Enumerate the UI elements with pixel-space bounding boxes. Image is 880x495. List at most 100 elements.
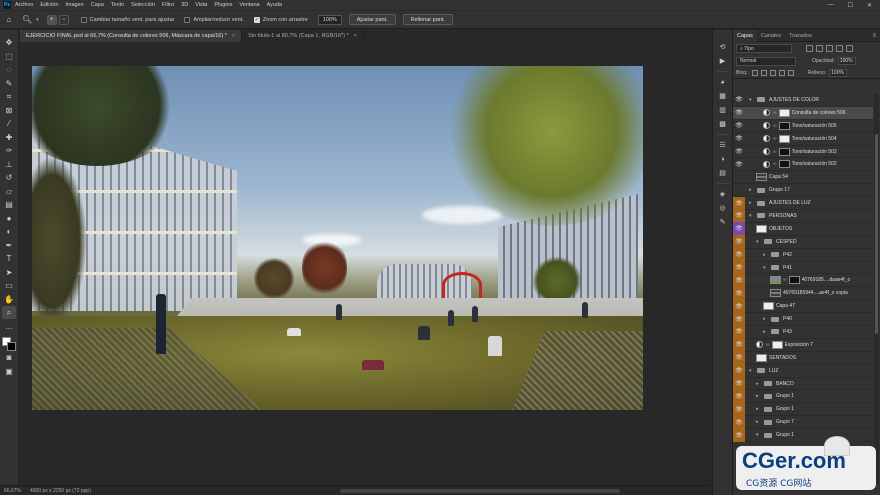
- layer-thumbnail[interactable]: [756, 224, 767, 233]
- paths-panel-icon[interactable]: ✎: [720, 215, 726, 229]
- healing-brush-tool-icon[interactable]: ✚: [2, 131, 16, 144]
- brush-tool-icon[interactable]: ✑: [2, 144, 16, 157]
- lock-position-icon[interactable]: [769, 69, 776, 76]
- quick-selection-tool-icon[interactable]: ✎: [2, 77, 16, 90]
- tab-trazados[interactable]: Trazados: [785, 30, 816, 42]
- visibility-eye-icon[interactable]: 👁︎: [733, 171, 745, 184]
- libraries-panel-icon[interactable]: ▤: [719, 166, 726, 180]
- link-icon[interactable]: ∞: [773, 149, 777, 155]
- home-icon[interactable]: ⌂: [4, 15, 14, 25]
- tab-sin-titulo[interactable]: Sin título-1 al 80,7% (Capa 1, RGB/16*) …: [242, 30, 364, 42]
- visibility-eye-icon[interactable]: 👁︎: [733, 261, 745, 274]
- layer-row[interactable]: 👁︎ ▸ P43: [733, 325, 873, 339]
- visibility-eye-icon[interactable]: 👁︎: [733, 94, 745, 106]
- patterns-panel-icon[interactable]: ▩: [719, 117, 726, 131]
- chevron-right-icon[interactable]: ▸: [763, 329, 768, 335]
- link-icon[interactable]: ∞: [773, 136, 777, 142]
- quick-mask-icon[interactable]: ◙: [2, 351, 16, 364]
- clone-stamp-tool-icon[interactable]: ⊥: [2, 158, 16, 171]
- frame-tool-icon[interactable]: ⊠: [2, 104, 16, 117]
- layer-row[interactable]: 👁︎ ▾ PERSONAS: [733, 209, 873, 223]
- layer-thumbnail[interactable]: [756, 173, 767, 182]
- menu-edicion[interactable]: Edición: [40, 2, 58, 8]
- zoom-all-windows-checkbox[interactable]: Ampliar/reducir vent.: [184, 16, 244, 23]
- visibility-eye-icon[interactable]: 👁︎: [733, 402, 745, 416]
- visibility-eye-icon[interactable]: 👁︎: [733, 235, 745, 249]
- visibility-eye-icon[interactable]: 👁︎: [733, 184, 745, 197]
- visibility-eye-icon[interactable]: 👁︎: [733, 351, 745, 365]
- layer-row[interactable]: 👁︎ ▸ Grupo 1: [733, 402, 873, 417]
- layer-row[interactable]: 👁︎ ▾ CÉSPED: [733, 235, 873, 249]
- zoom-tool-icon[interactable]: ⌕: [2, 306, 16, 319]
- menu-vista[interactable]: Vista: [195, 2, 207, 8]
- fit-screen-button[interactable]: Ajustar pant.: [348, 14, 396, 25]
- layer-row[interactable]: 👁︎ ∞ Tono/saturación 502: [733, 158, 873, 172]
- layer-row[interactable]: 👁︎ SENTADOS: [733, 351, 873, 365]
- link-icon[interactable]: ∞: [773, 110, 777, 116]
- tab-canales[interactable]: Canales: [757, 30, 785, 42]
- visibility-eye-icon[interactable]: 👁︎: [733, 132, 745, 145]
- horizontal-scrollbar[interactable]: [340, 489, 620, 493]
- filter-kind-select[interactable]: ⌕ Tipo: [736, 44, 792, 53]
- close-tab-icon[interactable]: ×: [354, 33, 357, 39]
- visibility-eye-icon[interactable]: 👁︎: [733, 196, 745, 210]
- layer-row[interactable]: 👁︎ ▾ P41: [733, 261, 873, 275]
- zoom-percent-field[interactable]: 100%: [317, 14, 342, 25]
- layer-mask-thumbnail[interactable]: [778, 121, 790, 130]
- pen-tool-icon[interactable]: ✒: [2, 239, 16, 252]
- layer-row[interactable]: 👁︎ OBJETOS: [733, 222, 873, 236]
- visibility-eye-icon[interactable]: 👁︎: [733, 428, 745, 442]
- visibility-eye-icon[interactable]: 👁︎: [733, 299, 745, 313]
- close-window-button[interactable]: ✕: [867, 2, 872, 9]
- layer-row[interactable]: 👁︎ ▸ Grupo 1: [733, 389, 873, 404]
- document-image[interactable]: [32, 66, 643, 410]
- zoom-out-icon[interactable]: −: [58, 14, 69, 25]
- visibility-eye-icon[interactable]: 👁︎: [733, 325, 745, 339]
- layer-thumbnail[interactable]: [770, 276, 781, 285]
- color-swatches[interactable]: [2, 337, 16, 351]
- canvas-area[interactable]: [20, 42, 710, 485]
- visibility-eye-icon[interactable]: 👁︎: [733, 415, 745, 429]
- crop-tool-icon[interactable]: ⌗: [2, 90, 16, 103]
- lasso-tool-icon[interactable]: ◌: [2, 63, 16, 76]
- layer-row[interactable]: 👁︎ ▸ P40: [733, 312, 873, 327]
- menu-ventana[interactable]: Ventana: [239, 2, 259, 8]
- artboard-tool-icon[interactable]: ⬚: [2, 50, 16, 63]
- visibility-eye-icon[interactable]: 👁︎: [733, 248, 745, 262]
- chevron-right-icon[interactable]: ▸: [756, 393, 761, 399]
- scrubby-zoom-checkbox[interactable]: Zoom con arrastre: [253, 16, 308, 23]
- layer-row[interactable]: 👁︎ ▾ AJUSTES DE COLOR: [733, 94, 873, 107]
- screen-mode-icon[interactable]: ▣: [2, 365, 16, 378]
- properties-panel-icon[interactable]: ☰: [719, 138, 725, 152]
- chevron-down-icon[interactable]: ▾: [756, 239, 761, 245]
- adjustments-panel-icon[interactable]: ◑: [720, 152, 724, 166]
- visibility-eye-icon[interactable]: 👁︎: [733, 389, 745, 403]
- filter-smart-object-icon[interactable]: [846, 45, 853, 52]
- layer-row[interactable]: 👁︎ ∞ Exposición 7: [733, 338, 873, 352]
- menu-ayuda[interactable]: Ayuda: [267, 2, 283, 8]
- menu-seleccion[interactable]: Selección: [131, 2, 155, 8]
- layer-thumbnail[interactable]: [770, 289, 781, 298]
- dodge-tool-icon[interactable]: ◐: [2, 225, 16, 238]
- gradients-panel-icon[interactable]: ▥: [719, 103, 726, 117]
- eraser-tool-icon[interactable]: ▱: [2, 185, 16, 198]
- visibility-eye-icon[interactable]: 👁︎: [733, 145, 745, 158]
- gradient-tool-icon[interactable]: ▤: [2, 198, 16, 211]
- maximize-button[interactable]: ☐: [848, 2, 853, 9]
- path-selection-tool-icon[interactable]: ➤: [2, 266, 16, 279]
- tab-capas[interactable]: Capas: [733, 29, 757, 42]
- filter-pixel-icon[interactable]: [806, 45, 813, 52]
- layer-row[interactable]: 👁︎ ▸ AJUSTES DE LUZ: [733, 196, 873, 211]
- chevron-right-icon[interactable]: ▸: [763, 316, 768, 322]
- chevron-right-icon[interactable]: ▸: [756, 381, 761, 387]
- link-icon[interactable]: ∞: [773, 123, 777, 129]
- layer-row[interactable]: 👁︎ ▸ Grupo 17: [733, 184, 873, 198]
- blend-mode-select[interactable]: Normal: [736, 56, 796, 66]
- layer-thumbnail[interactable]: [756, 353, 767, 362]
- link-icon[interactable]: ∞: [783, 277, 787, 283]
- layer-row[interactable]: 👁︎ ▸ BANCO: [733, 377, 873, 391]
- chevron-right-icon[interactable]: ▸: [749, 187, 754, 193]
- visibility-eye-icon[interactable]: 👁︎: [733, 377, 745, 390]
- resize-windows-checkbox[interactable]: Cambiar tamaño vent. para ajustar: [80, 16, 174, 23]
- menu-imagen[interactable]: Imagen: [65, 2, 83, 8]
